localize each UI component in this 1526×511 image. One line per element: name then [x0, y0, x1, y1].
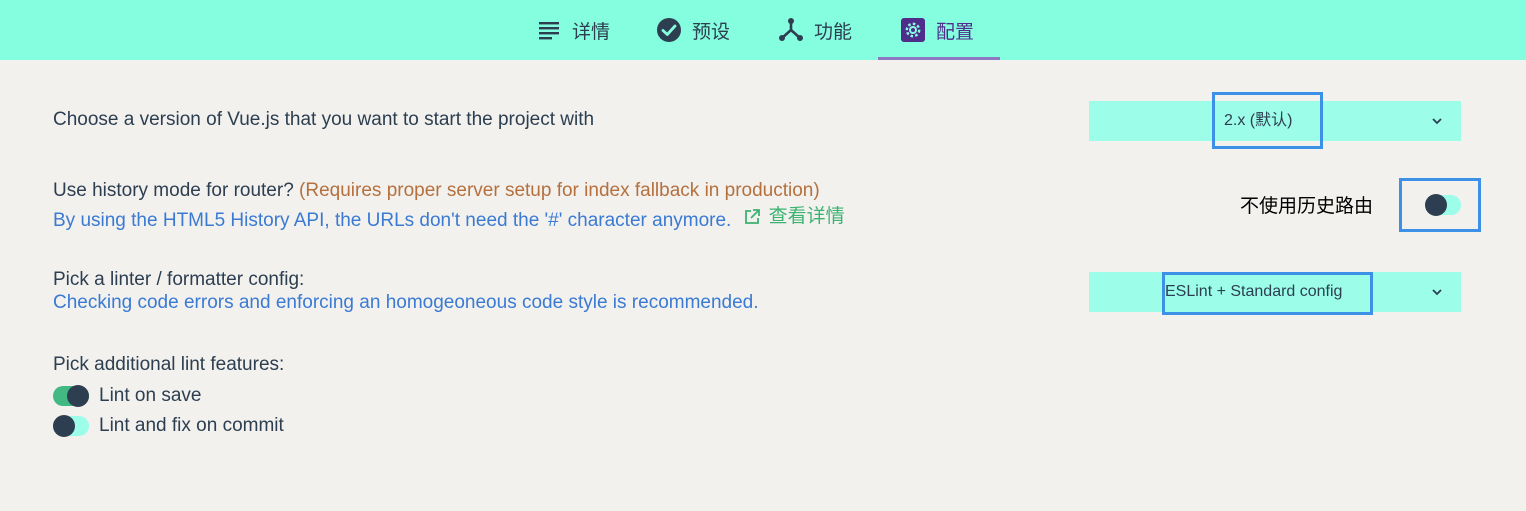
- tab-label: 预设: [692, 21, 731, 43]
- gear-icon: [900, 17, 926, 43]
- toggle-knob: [67, 385, 89, 407]
- tab-details[interactable]: 详情: [536, 0, 610, 60]
- lint-on-save-option[interactable]: Lint on save: [53, 383, 201, 409]
- lint-on-save-label: Lint on save: [99, 385, 202, 406]
- router-description-text: By using the HTML5 History API, the URLs…: [53, 210, 732, 231]
- chevron-down-icon: [1432, 118, 1442, 125]
- tab-label: 配置: [936, 21, 975, 43]
- router-history-title: Use history mode for router?: [53, 180, 294, 201]
- lint-fix-on-commit-toggle[interactable]: [53, 415, 89, 437]
- linter-value: ESLint + Standard config: [1165, 283, 1343, 300]
- vue-version-value: 2.x (默认): [1224, 112, 1293, 129]
- vue-version-label: Choose a version of Vue.js that you want…: [53, 109, 595, 130]
- vue-version-select[interactable]: 2.x (默认): [1089, 101, 1461, 141]
- toggle-knob: [53, 415, 75, 437]
- external-link-icon: [744, 209, 760, 224]
- tab-label: 详情: [572, 21, 611, 43]
- router-history-toggle[interactable]: [1425, 194, 1461, 216]
- router-history-warning: (Requires proper server setup for index …: [299, 180, 820, 201]
- lint-fix-on-commit-label: Lint and fix on commit: [99, 415, 284, 436]
- lint-features-label: Pick additional lint features:: [53, 354, 285, 375]
- toggle-knob: [1425, 194, 1447, 216]
- tab-features[interactable]: 功能: [778, 0, 852, 60]
- tab-label: 功能: [814, 21, 853, 43]
- active-tab-indicator: [878, 57, 1000, 60]
- top-tab-bar: 详情 预设 功能 配置: [0, 0, 1526, 60]
- more-info-link[interactable]: 查看详情: [743, 205, 845, 229]
- router-history-description: By using the HTML5 History API, the URLs…: [53, 205, 845, 233]
- linter-description: Checking code errors and enforcing an ho…: [53, 292, 759, 313]
- router-toggle-label: 不使用历史路由: [1240, 196, 1374, 217]
- linter-label: Pick a linter / formatter config:: [53, 269, 305, 290]
- more-info-label: 查看详情: [768, 206, 845, 227]
- check-circle-icon: [656, 17, 682, 43]
- lint-on-save-toggle[interactable]: [53, 385, 89, 407]
- list-icon: [536, 17, 562, 43]
- linter-select[interactable]: ESLint + Standard config: [1089, 272, 1461, 312]
- tab-config[interactable]: 配置: [900, 0, 974, 60]
- chevron-down-icon: [1432, 289, 1442, 296]
- lint-fix-on-commit-option[interactable]: Lint and fix on commit: [53, 413, 284, 439]
- fork-icon: [778, 17, 804, 43]
- tab-presets[interactable]: 预设: [656, 0, 730, 60]
- router-history-label: Use history mode for router? (Requires p…: [53, 179, 820, 203]
